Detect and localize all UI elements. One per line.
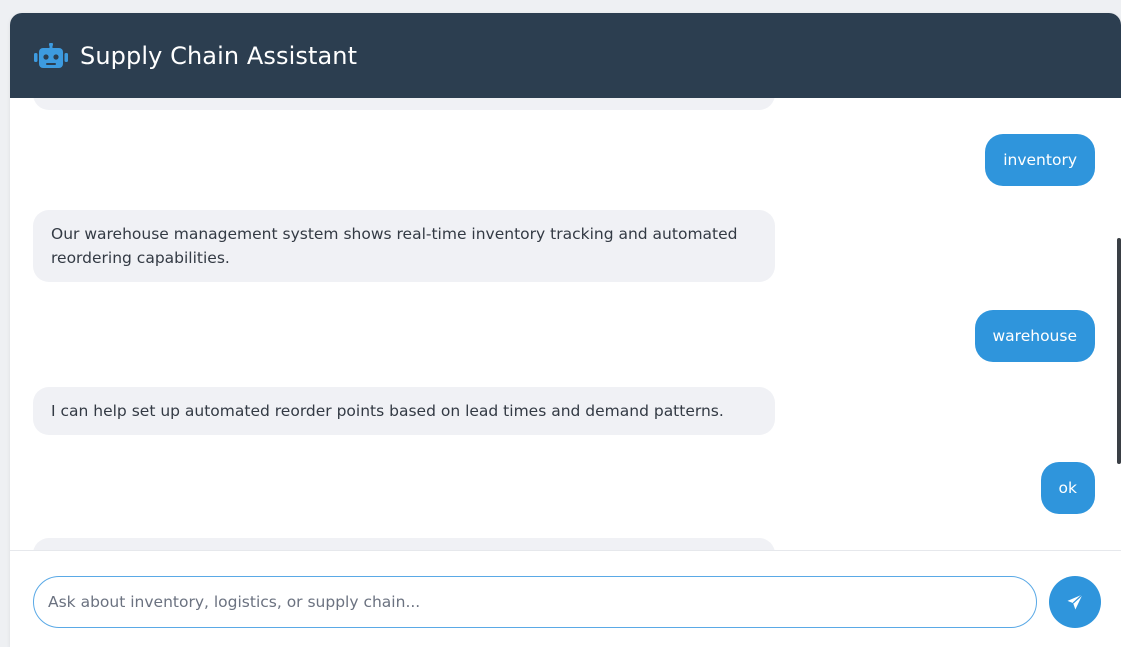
chat-header: Supply Chain Assistant [10,13,1121,98]
bot-message-text: Our warehouse management system shows re… [51,225,738,267]
user-message-text: ok [1058,479,1077,497]
bot-message [33,538,775,550]
bot-message [33,98,775,110]
robot-icon [34,42,68,69]
user-message-text: inventory [1003,151,1077,169]
chat-title: Supply Chain Assistant [80,41,358,70]
bot-message: Our warehouse management system shows re… [33,210,775,282]
user-message: inventory [985,134,1095,186]
send-button[interactable] [1049,576,1101,628]
user-message-text: warehouse [992,327,1078,345]
bot-message: I can help set up automated reorder poin… [33,387,775,435]
user-message: ok [1040,462,1095,514]
chat-window: Supply Chain Assistant inventory Our war… [10,13,1121,647]
input-bar [10,550,1121,647]
message-list[interactable]: inventory Our warehouse management syste… [10,98,1121,550]
chat-input[interactable] [33,576,1037,628]
user-message: warehouse [974,310,1095,362]
paper-plane-icon [1066,593,1084,611]
scrollbar[interactable] [1117,238,1121,464]
bot-message-text: I can help set up automated reorder poin… [51,402,724,420]
